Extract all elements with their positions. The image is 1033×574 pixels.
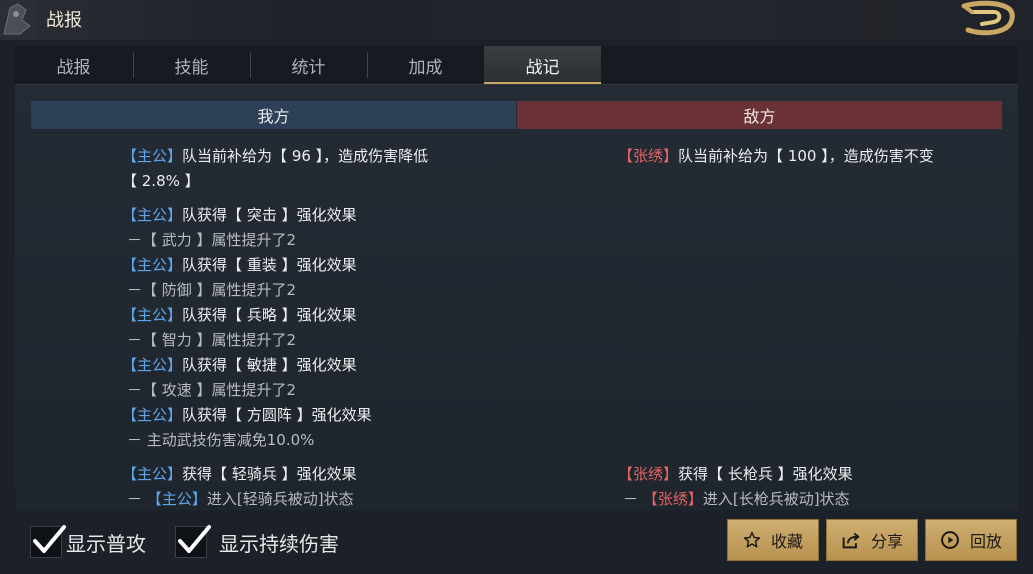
show-dot-toggle[interactable]: 显示持续伤害: [175, 522, 339, 562]
share-label: 分享: [870, 532, 903, 551]
log-line: 【 2.8% 】: [122, 172, 200, 190]
tab-skills[interactable]: 技能: [133, 46, 250, 84]
log-line: 【张绣】队当前补给为【 100 】，造成伤害不变: [618, 147, 934, 165]
log-line: 【主公】队获得【 方圆阵 】强化效果: [122, 406, 372, 424]
show-normal-attack-label: 显示普攻: [66, 531, 146, 556]
tab-battle-log[interactable]: 战记: [484, 46, 601, 84]
checkmark-icon: [33, 525, 66, 553]
log-line: 【主公】队获得【 敏捷 】强化效果: [122, 356, 357, 374]
checkbox[interactable]: [30, 525, 66, 558]
log-line: 【主公】队获得【 重装 】强化效果: [122, 256, 357, 274]
enemy-header: 敌方: [517, 101, 1002, 129]
log-subline: －【 武力 】属性提升了2: [127, 231, 297, 249]
share-icon: [842, 532, 860, 549]
log-subline: － 主动武技伤害减免10.0%: [127, 431, 315, 449]
close-icon[interactable]: [958, 0, 1016, 36]
replay-button[interactable]: 回放: [925, 519, 1017, 561]
window-title: 战报: [46, 10, 82, 31]
tab-battle-report[interactable]: 战报: [15, 46, 132, 84]
log-line: 【主公】队当前补给为【 96 】，造成伤害降低: [122, 147, 429, 165]
show-normal-attack-toggle[interactable]: 显示普攻: [30, 522, 146, 562]
log-line: 【主公】队获得【 兵略 】强化效果: [122, 306, 357, 324]
tab-bonus[interactable]: 加成: [367, 46, 484, 84]
tab-statistics[interactable]: 统计: [250, 46, 367, 84]
star-icon: [743, 531, 761, 548]
log-subline: －【 攻速 】属性提升了2: [127, 381, 297, 399]
log-subline: － 【张绣】进入[长枪兵被动]状态: [623, 490, 850, 508]
show-dot-label: 显示持续伤害: [219, 531, 339, 556]
title-bar: 战报: [0, 0, 1033, 40]
emblem-icon: [0, 0, 36, 40]
share-button[interactable]: 分享: [826, 519, 918, 561]
battle-log-panel[interactable]: 我方 敌方 【主公】队当前补给为【 96 】，造成伤害降低 【 2.8% 】 【…: [15, 85, 1018, 510]
replay-label: 回放: [969, 532, 1002, 551]
ours-header: 我方: [31, 101, 516, 129]
checkmark-icon: [178, 525, 211, 553]
log-subline: － 【主公】进入[轻骑兵被动]状态: [127, 490, 354, 508]
favorite-label: 收藏: [770, 532, 803, 551]
checkbox[interactable]: [175, 525, 211, 558]
log-line: 【主公】获得【 轻骑兵 】强化效果: [122, 465, 357, 483]
log-line: 【主公】队获得【 突击 】强化效果: [122, 206, 357, 224]
tab-bar: 战报 技能 统计 加成 战记: [15, 46, 1018, 85]
log-subline: －【 防御 】属性提升了2: [127, 281, 297, 299]
log-line: 【张绣】获得【 长枪兵 】强化效果: [618, 465, 853, 483]
log-subline: －【 智力 】属性提升了2: [127, 331, 297, 349]
play-icon: [941, 531, 959, 549]
favorite-button[interactable]: 收藏: [727, 519, 819, 561]
